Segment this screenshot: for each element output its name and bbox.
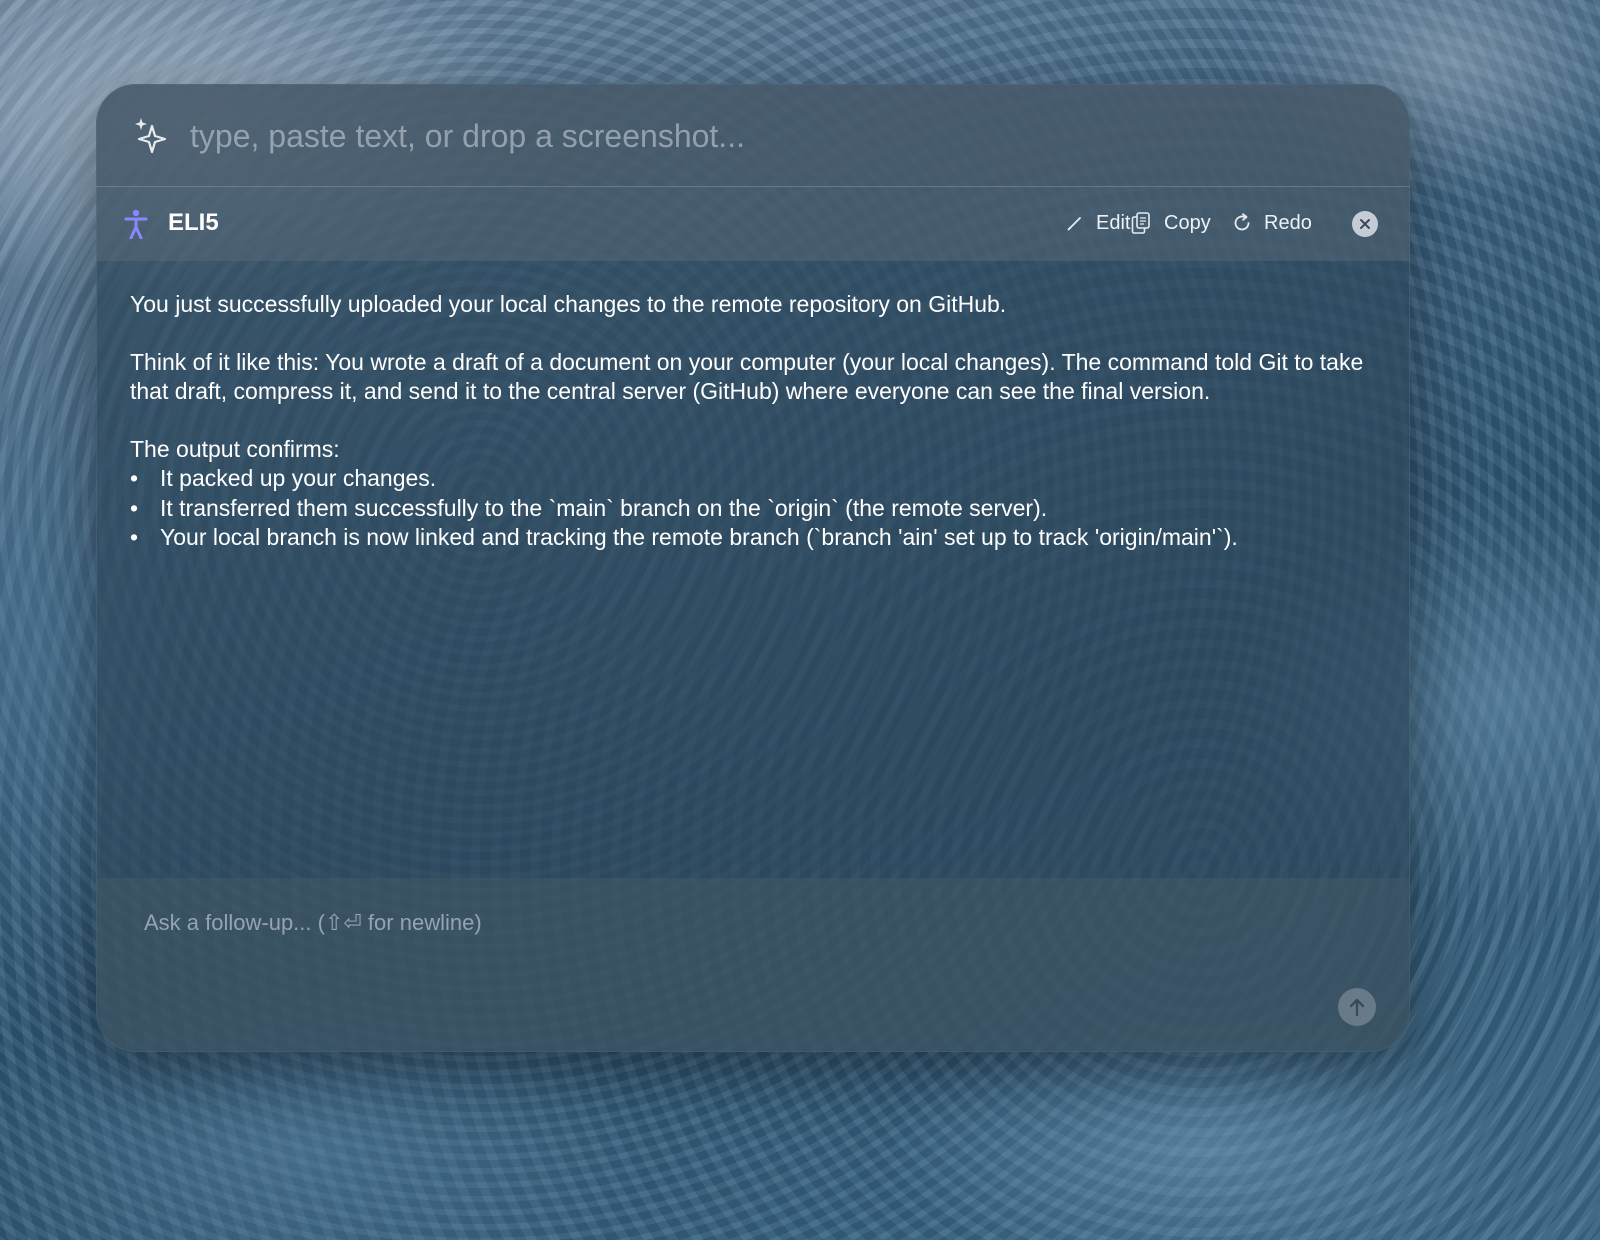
followup-area — [96, 878, 1410, 1052]
response-header: ELI5 Edit Copy Redo — [96, 187, 1410, 261]
confirm-list: • It packed up your changes. • It transf… — [130, 464, 1380, 553]
list-item-text: It transferred them successfully to the … — [160, 494, 1048, 521]
list-item: • It transferred them successfully to th… — [130, 494, 1380, 524]
response-body: You just successfully uploaded your loca… — [130, 290, 1380, 553]
assistant-panel: ELI5 Edit Copy Redo — [96, 84, 1410, 1052]
sparkle-icon — [135, 118, 167, 154]
copy-button[interactable]: Copy — [1130, 205, 1211, 241]
list-item-text: It packed up your changes. — [160, 465, 437, 491]
confirm-intro: The output confirms: — [130, 435, 340, 462]
arrow-up-icon — [1349, 998, 1365, 1017]
redo-label: Redo — [1264, 211, 1312, 234]
bullet: • — [130, 524, 139, 550]
list-item: • It packed up your changes. — [130, 464, 1380, 494]
mode-title: ELI5 — [168, 209, 219, 236]
close-icon — [1360, 219, 1370, 229]
followup-input[interactable] — [142, 904, 1326, 942]
copy-label: Copy — [1164, 211, 1211, 234]
bullet: • — [130, 494, 139, 521]
redo-button[interactable]: Redo — [1232, 205, 1312, 241]
response-paragraph: You just successfully uploaded your loca… — [130, 291, 1007, 317]
redo-icon — [1234, 213, 1250, 231]
edit-label: Edit — [1096, 211, 1131, 234]
prompt-input[interactable] — [188, 110, 1372, 162]
pencil-icon — [1067, 217, 1081, 231]
list-item: • Your local branch is now linked and tr… — [130, 523, 1380, 553]
edit-button[interactable]: Edit — [1066, 205, 1130, 241]
response-paragraph: Think of it like this: You wrote a draft… — [130, 348, 1364, 405]
close-button[interactable] — [1352, 211, 1378, 237]
send-button[interactable] — [1338, 988, 1376, 1026]
bullet: • — [130, 465, 139, 491]
copy-icon — [1131, 212, 1150, 234]
list-item-text: Your local branch is now linked and trac… — [160, 524, 1238, 550]
person-icon — [124, 209, 148, 239]
prompt-bar — [96, 84, 1410, 187]
